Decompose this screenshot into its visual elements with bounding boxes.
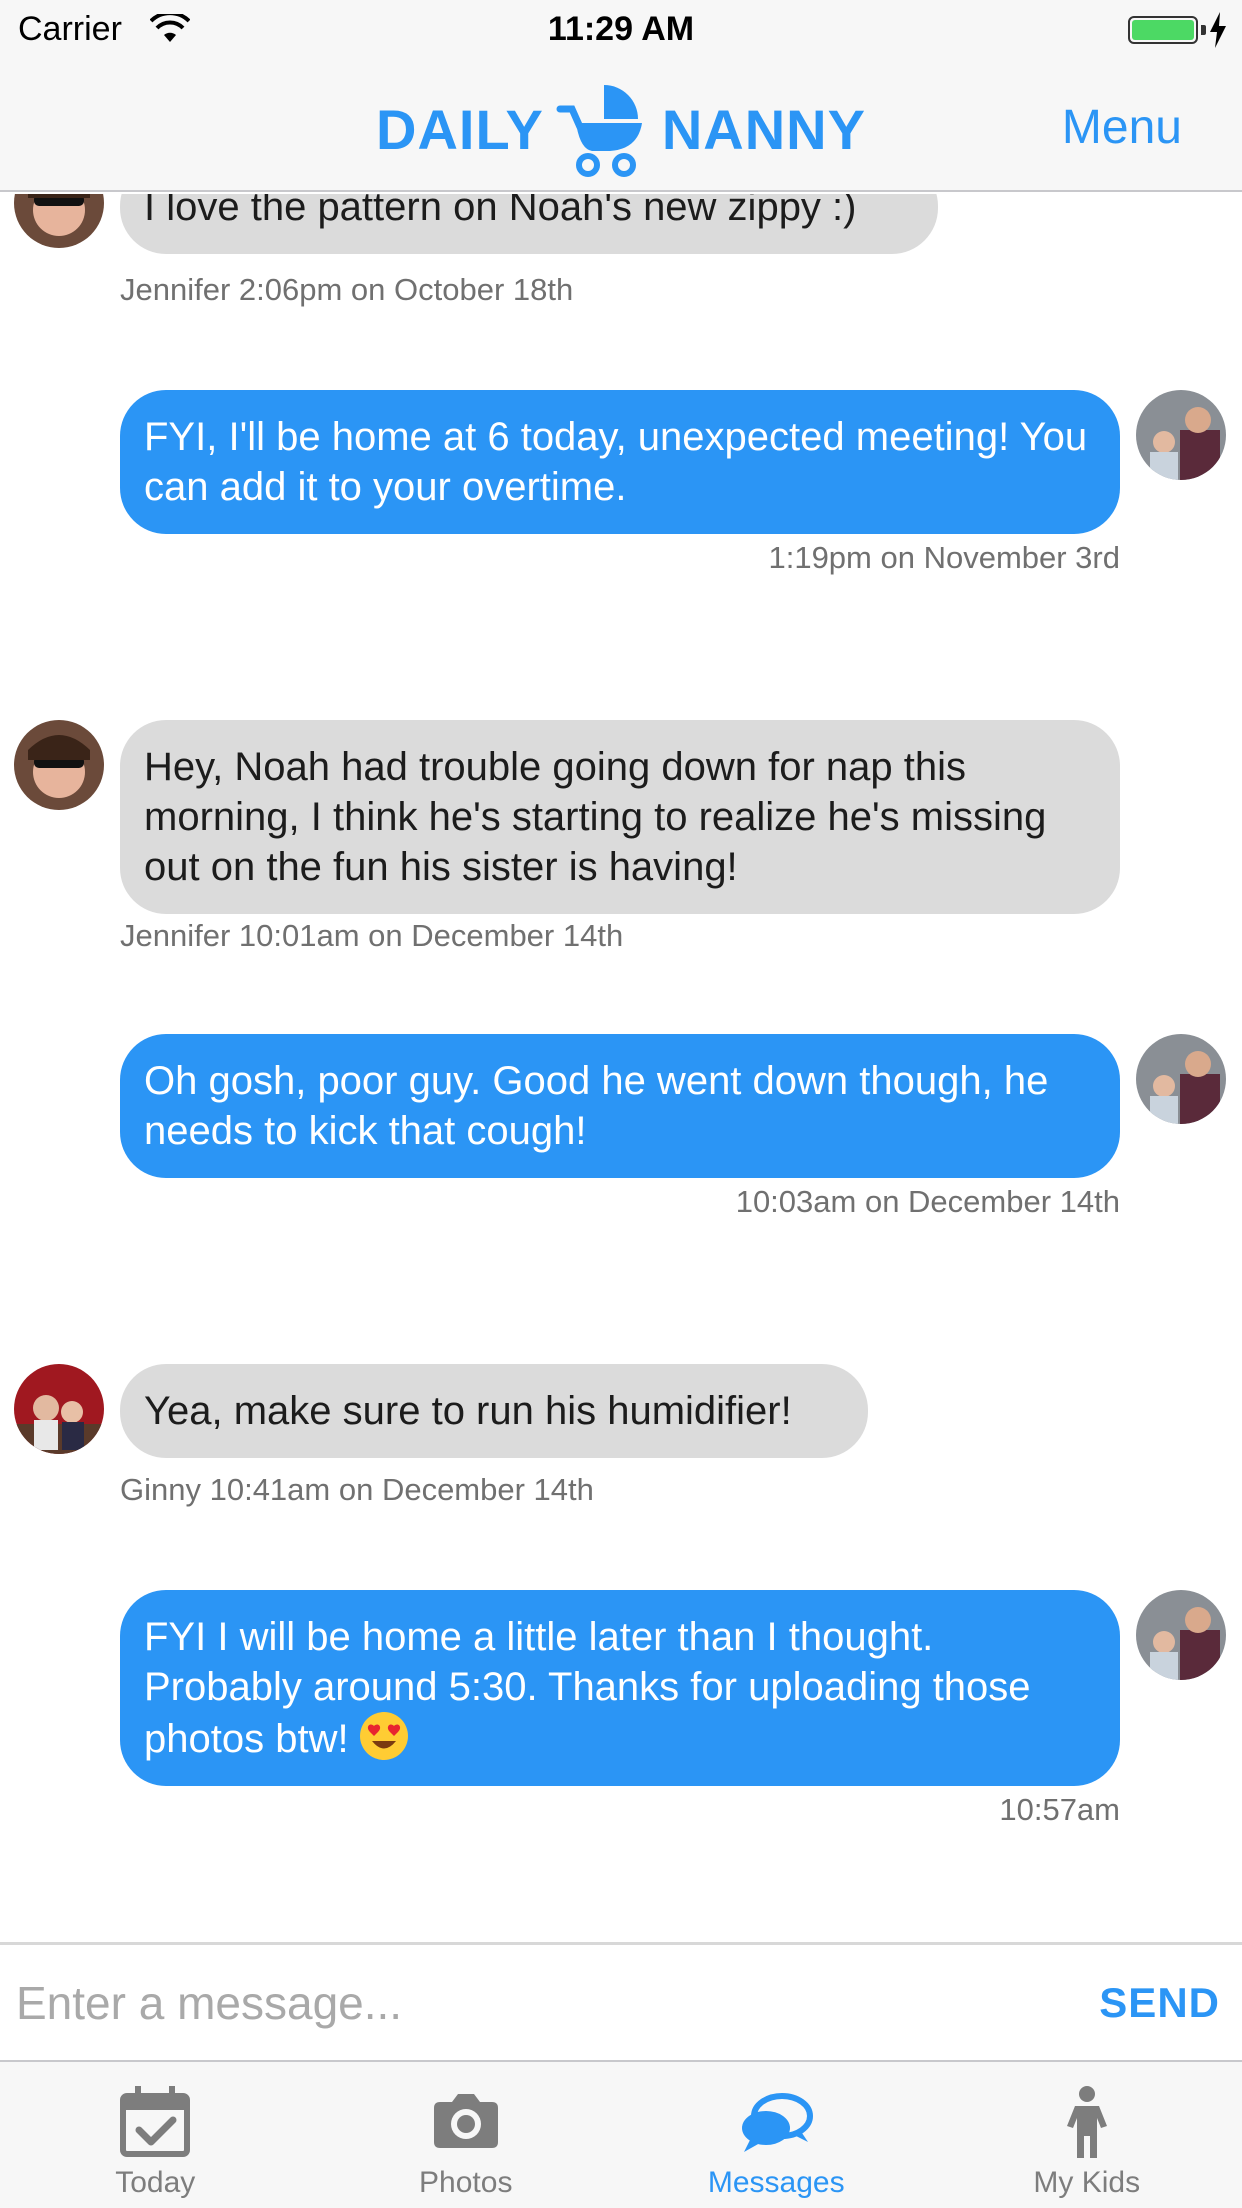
tab-today[interactable]: Today (0, 2062, 311, 2208)
message-bubble[interactable]: FYI I will be home a little later than I… (120, 1590, 1120, 1786)
avatar-me[interactable] (1136, 390, 1226, 480)
camera-icon (433, 2094, 498, 2148)
tab-photos[interactable]: Photos (311, 2062, 622, 2208)
menu-button[interactable]: Menu (1062, 100, 1182, 155)
status-bar: Carrier 11:29 AM (0, 0, 1242, 60)
message-bubble[interactable]: FYI, I'll be home at 6 today, unexpected… (120, 390, 1120, 534)
message-list[interactable]: I love the pattern on Noah's new zippy :… (0, 194, 1242, 1942)
battery-icon (1128, 16, 1198, 44)
tab-label: Photos (419, 2166, 513, 2199)
tab-label: My Kids (1033, 2166, 1141, 2199)
message-bubble[interactable]: Oh gosh, poor guy. Good he went down tho… (120, 1034, 1120, 1178)
app-screen: Carrier 11:29 AM DAILY NANNY Menu I love… (0, 0, 1242, 2208)
message-input[interactable] (16, 1965, 1066, 2041)
avatar-jennifer[interactable] (14, 194, 104, 248)
message-text: I love the pattern on Noah's new zippy :… (144, 194, 857, 229)
nav-bar: DAILY NANNY Menu (0, 60, 1242, 192)
tab-bar: Today Photos Messages My Kids (0, 2060, 1242, 2208)
message-bubble[interactable]: Hey, Noah had trouble going down for nap… (120, 720, 1120, 914)
message-composer: SEND (0, 1942, 1242, 2060)
message-bubble[interactable]: I love the pattern on Noah's new zippy :… (120, 194, 938, 254)
tab-my-kids[interactable]: My Kids (932, 2062, 1242, 2208)
battery-cap (1201, 25, 1206, 35)
clock: 11:29 AM (547, 10, 695, 48)
message-meta: Jennifer 10:01am on December 14th (120, 918, 624, 953)
message-bubble[interactable]: Yea, make sure to run his humidifier! (120, 1364, 868, 1458)
chat-bubbles-icon (742, 2093, 814, 2152)
tab-messages[interactable]: Messages (621, 2062, 932, 2208)
child-icon (1066, 2086, 1107, 2158)
message-meta: 1:19pm on November 3rd (768, 540, 1120, 575)
calendar-check-icon (120, 2086, 191, 2157)
avatar-me[interactable] (1136, 1590, 1226, 1680)
message-text: Oh gosh, poor guy. Good he went down tho… (144, 1059, 1049, 1153)
charging-bolt-icon (1210, 12, 1226, 48)
avatar-ginny[interactable] (14, 1364, 104, 1454)
brand-logo: DAILY NANNY (376, 74, 866, 184)
brand-word-daily: DAILY (376, 97, 544, 161)
tab-label: Today (115, 2166, 196, 2199)
message-text: FYI, I'll be home at 6 today, unexpected… (144, 415, 1088, 509)
message-text: Hey, Noah had trouble going down for nap… (144, 745, 1047, 889)
message-meta: Ginny 10:41am on December 14th (120, 1472, 594, 1507)
send-button[interactable]: SEND (1099, 1979, 1220, 2027)
brand-word-nanny: NANNY (661, 97, 866, 161)
tab-label: Messages (707, 2166, 845, 2199)
message-meta: 10:57am (999, 1792, 1120, 1827)
message-text: FYI I will be home a little later than I… (144, 1615, 1031, 1761)
message-meta: Jennifer 2:06pm on October 18th (120, 272, 574, 307)
message-meta: 10:03am on December 14th (735, 1184, 1120, 1219)
avatar-jennifer[interactable] (14, 720, 104, 810)
message-text: Yea, make sure to run his humidifier! (144, 1389, 792, 1433)
heart-eyes-emoji-icon (359, 1712, 408, 1760)
avatar-me[interactable] (1136, 1034, 1226, 1124)
stroller-icon (556, 85, 642, 177)
